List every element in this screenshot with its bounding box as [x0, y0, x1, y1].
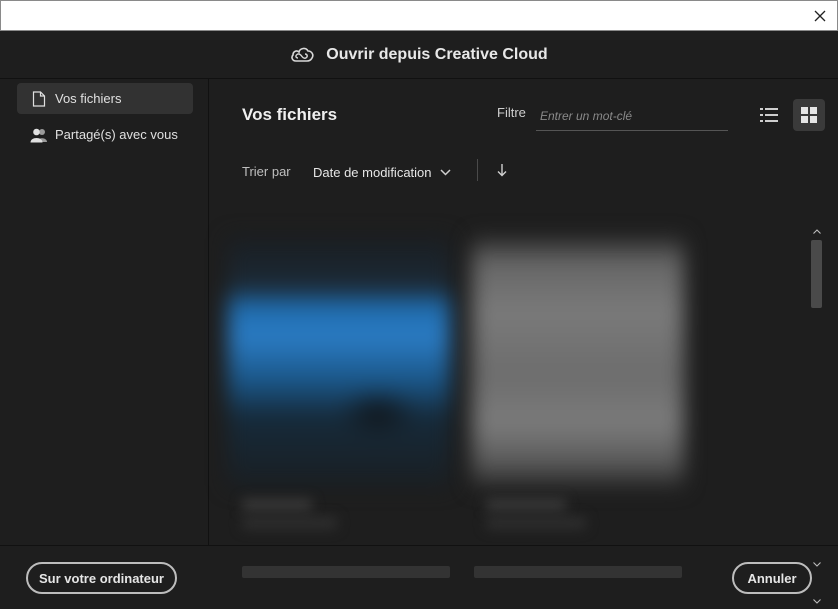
file-card[interactable]: [228, 237, 450, 537]
filter-label: Filtre: [497, 105, 526, 120]
main-panel: Vos fichiers Filtre Trier par Date: [210, 79, 838, 604]
open-from-computer-button[interactable]: Sur votre ordinateur: [26, 562, 177, 594]
chevron-up-icon: [813, 228, 821, 234]
sort-label: Trier par: [242, 164, 291, 179]
sort-dropdown[interactable]: Date de modification: [313, 161, 451, 183]
sidebar-item-shared-with-you[interactable]: Partagé(s) avec vous: [17, 119, 193, 150]
file-thumbnail: [472, 237, 684, 487]
window-close-button[interactable]: [803, 1, 837, 31]
scroll-up-button[interactable]: [808, 224, 826, 238]
scroll-thumb[interactable]: [811, 240, 822, 308]
open-dialog: Ouvrir depuis Creative Cloud Vos fichier…: [0, 31, 838, 609]
sidebar-item-label: Partagé(s) avec vous: [55, 127, 178, 142]
arrow-down-icon: [497, 163, 507, 176]
page-title: Vos fichiers: [242, 105, 338, 124]
close-icon: [814, 10, 826, 22]
sidebar: Vos fichiers Partagé(s) avec vous: [0, 79, 209, 545]
file-date-blurred: [242, 517, 337, 529]
sort-divider: [477, 159, 478, 181]
filter-input[interactable]: [536, 101, 728, 131]
grid-view-button[interactable]: [793, 99, 825, 131]
list-view-icon: [760, 108, 778, 122]
chevron-down-icon: [439, 168, 451, 176]
file-card[interactable]: [472, 237, 684, 537]
list-view-button[interactable]: [755, 101, 783, 129]
sort-direction-button[interactable]: [493, 159, 511, 181]
file-thumbnail: [228, 237, 450, 487]
file-name-blurred: [486, 499, 566, 511]
cancel-button[interactable]: Annuler: [732, 562, 812, 594]
file-icon: [29, 90, 49, 107]
file-name-blurred: [242, 499, 312, 511]
dialog-header: Ouvrir depuis Creative Cloud: [0, 31, 838, 79]
sidebar-item-your-files[interactable]: Vos fichiers: [17, 83, 193, 114]
dialog-footer: Sur votre ordinateur Annuler: [0, 545, 838, 609]
dialog-title: Ouvrir depuis Creative Cloud: [326, 45, 548, 63]
vertical-scrollbar[interactable]: [808, 224, 826, 604]
sort-value: Date de modification: [313, 164, 432, 180]
users-icon: [29, 127, 49, 143]
window-titlebar: [0, 0, 838, 31]
sidebar-item-label: Vos fichiers: [55, 91, 122, 106]
creative-cloud-icon: [291, 47, 314, 62]
file-date-blurred: [486, 517, 586, 529]
grid-view-icon: [801, 107, 817, 123]
